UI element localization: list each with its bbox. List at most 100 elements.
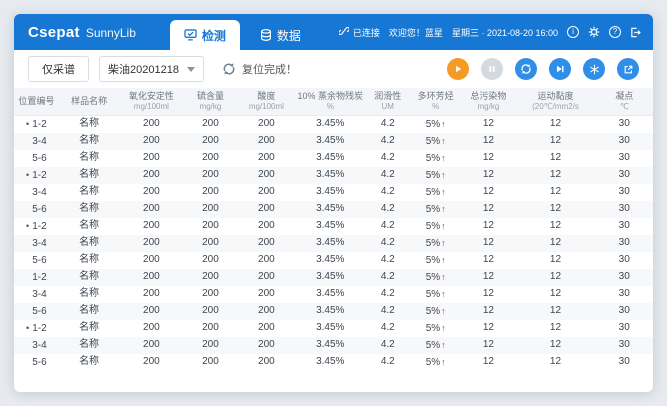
play-button[interactable] (447, 58, 469, 80)
sample-name-cell: 名称 (59, 337, 120, 354)
lubricity-cell: 4.2 (365, 320, 410, 337)
lubricity-cell: 4.2 (365, 252, 410, 269)
expand-bullet-icon[interactable]: • (26, 323, 29, 333)
residue-cell: 3.45% (295, 150, 365, 167)
table-row[interactable]: •1-2 名称 200 200 200 3.45% 4.2 5%↑ 12 12 … (14, 269, 653, 286)
pah-cell: 5%↑ (410, 167, 461, 184)
sulfur-cell: 200 (183, 354, 237, 371)
freezing-cell: 30 (595, 269, 653, 286)
table-row[interactable]: •1-2 名称 200 200 200 3.45% 4.2 5%↑ 12 12 … (14, 167, 653, 184)
position-text: 1-2 (32, 221, 46, 232)
pause-button[interactable] (481, 58, 503, 80)
freezing-cell: 30 (595, 303, 653, 320)
oxidation-cell: 200 (119, 115, 183, 133)
app-logo: Csepat SunnyLib (28, 24, 136, 41)
reset-status: 复位完成！ (222, 61, 297, 77)
lubricity-cell: 4.2 (365, 337, 410, 354)
snowflake-icon (589, 64, 600, 75)
up-arrow-icon: ↑ (441, 170, 446, 180)
sample-name-cell: 名称 (59, 150, 120, 167)
residue-cell: 3.45% (295, 235, 365, 252)
reset-sync-icon[interactable] (222, 62, 236, 76)
oxidation-cell: 200 (119, 235, 183, 252)
acidity-cell: 200 (238, 235, 296, 252)
help-icon[interactable]: ? (609, 26, 621, 38)
table-row[interactable]: •3-4 名称 200 200 200 3.45% 4.2 5%↑ 12 12 … (14, 286, 653, 303)
table-row[interactable]: •1-2 名称 200 200 200 3.45% 4.2 5%↑ 12 12 … (14, 115, 653, 133)
oxidation-cell: 200 (119, 337, 183, 354)
position-cell: •3-4 (14, 337, 59, 354)
database-icon (260, 29, 272, 41)
up-arrow-icon: ↑ (441, 289, 446, 299)
freezing-cell: 30 (595, 167, 653, 184)
freeze-button[interactable] (583, 58, 605, 80)
sulfur-cell: 200 (183, 337, 237, 354)
pah-value: 5% (426, 204, 440, 215)
pah-value: 5% (426, 221, 440, 232)
oxidation-cell: 200 (119, 218, 183, 235)
tab-data[interactable]: 数据 (246, 20, 315, 50)
pah-value: 5% (426, 323, 440, 334)
freezing-cell: 30 (595, 115, 653, 133)
residue-cell: 3.45% (295, 286, 365, 303)
position-text: 5-6 (32, 153, 46, 164)
up-arrow-icon: ↑ (441, 255, 446, 265)
capture-only-button[interactable]: 仅采谱 (28, 56, 89, 82)
viscosity-cell: 12 (516, 252, 596, 269)
position-cell: •1-2 (14, 320, 59, 337)
oxidation-cell: 200 (119, 269, 183, 286)
table-row[interactable]: •5-6 名称 200 200 200 3.45% 4.2 5%↑ 12 12 … (14, 201, 653, 218)
table-row[interactable]: •1-2 名称 200 200 200 3.45% 4.2 5%↑ 12 12 … (14, 320, 653, 337)
sample-select[interactable]: 柴油20201218 (99, 56, 204, 82)
expand-bullet-icon[interactable]: • (26, 170, 29, 180)
table-row[interactable]: •3-4 名称 200 200 200 3.45% 4.2 5%↑ 12 12 … (14, 337, 653, 354)
sample-name-cell: 名称 (59, 133, 120, 150)
position-cell: •3-4 (14, 235, 59, 252)
sulfur-cell: 200 (183, 252, 237, 269)
table-row[interactable]: •3-4 名称 200 200 200 3.45% 4.2 5%↑ 12 12 … (14, 235, 653, 252)
settings-gear-icon[interactable] (588, 26, 600, 38)
export-button[interactable] (617, 58, 639, 80)
logout-icon[interactable] (630, 27, 641, 38)
lubricity-cell: 4.2 (365, 184, 410, 201)
table-row[interactable]: •5-6 名称 200 200 200 3.45% 4.2 5%↑ 12 12 … (14, 354, 653, 371)
position-text: 5-6 (32, 306, 46, 317)
sulfur-cell: 200 (183, 286, 237, 303)
contaminants-cell: 12 (461, 218, 515, 235)
skip-next-button[interactable] (549, 58, 571, 80)
viscosity-cell: 12 (516, 218, 596, 235)
sample-name-cell: 名称 (59, 286, 120, 303)
acidity-cell: 200 (238, 184, 296, 201)
table-row[interactable]: •1-2 名称 200 200 200 3.45% 4.2 5%↑ 12 12 … (14, 218, 653, 235)
table-head-row: 位置编号 样品名称 氧化安定性mg/100ml 硫含量mg/kg 酸度mg/10… (14, 88, 653, 115)
residue-cell: 3.45% (295, 201, 365, 218)
info-icon[interactable]: i (567, 26, 579, 38)
column-header-sulfur: 硫含量mg/kg (183, 88, 237, 115)
table-row[interactable]: •3-4 名称 200 200 200 3.45% 4.2 5%↑ 12 12 … (14, 133, 653, 150)
freezing-cell: 30 (595, 286, 653, 303)
tab-detection[interactable]: 检测 (170, 20, 240, 50)
oxidation-cell: 200 (119, 320, 183, 337)
residue-cell: 3.45% (295, 354, 365, 371)
position-text: 1-2 (32, 119, 46, 130)
column-header-sample-name: 样品名称 (59, 88, 120, 115)
table-row[interactable]: •5-6 名称 200 200 200 3.45% 4.2 5%↑ 12 12 … (14, 303, 653, 320)
contaminants-cell: 12 (461, 115, 515, 133)
contaminants-cell: 12 (461, 201, 515, 218)
pah-cell: 5%↑ (410, 218, 461, 235)
column-header-freezing: 凝点℃ (595, 88, 653, 115)
sync-button[interactable] (515, 58, 537, 80)
residue-cell: 3.45% (295, 303, 365, 320)
freezing-cell: 30 (595, 337, 653, 354)
oxidation-cell: 200 (119, 286, 183, 303)
position-cell: •5-6 (14, 354, 59, 371)
expand-bullet-icon[interactable]: • (26, 119, 29, 129)
table-row[interactable]: •3-4 名称 200 200 200 3.45% 4.2 5%↑ 12 12 … (14, 184, 653, 201)
main-tabs: 检测 数据 (170, 20, 315, 50)
table-row[interactable]: •5-6 名称 200 200 200 3.45% 4.2 5%↑ 12 12 … (14, 150, 653, 167)
table-row[interactable]: •5-6 名称 200 200 200 3.45% 4.2 5%↑ 12 12 … (14, 252, 653, 269)
expand-bullet-icon[interactable]: • (26, 221, 29, 231)
lubricity-cell: 4.2 (365, 286, 410, 303)
sync-icon (520, 63, 532, 75)
sulfur-cell: 200 (183, 150, 237, 167)
